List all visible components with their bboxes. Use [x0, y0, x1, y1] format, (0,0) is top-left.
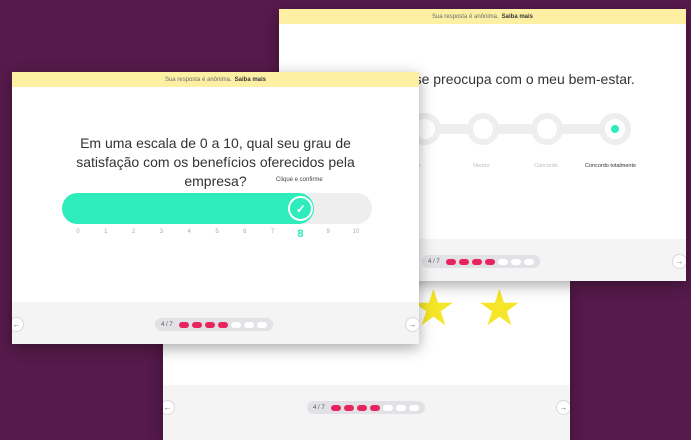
tick-labels: 0 1 2 3 4 5 6 7 8 9 10: [62, 228, 372, 245]
progress-dot: [408, 404, 419, 411]
progress-dot: [230, 321, 241, 328]
anonymity-text: Sua resposta é anônima.: [431, 13, 499, 20]
progress-dot: [395, 404, 406, 411]
tick-label[interactable]: 6: [235, 229, 255, 235]
page-counter: 4 / 7: [313, 404, 325, 411]
check-icon: ✓: [295, 201, 306, 216]
progress-dot-complete: [330, 404, 341, 411]
anonymity-banner: Sua resposta é anônima. Saiba mais: [279, 9, 686, 24]
progress-dot: [523, 258, 534, 265]
progress-pager: 4 / 7: [155, 318, 273, 331]
anonymity-banner: Sua resposta é anônima. Saiba mais: [12, 72, 419, 87]
learn-more-link[interactable]: Saiba mais: [235, 77, 266, 83]
progress-dot-complete: [356, 404, 367, 411]
progress-dot-complete: [484, 258, 495, 265]
tick-label[interactable]: 0: [68, 229, 88, 235]
scale-label-selected: Concordo totalmente: [585, 163, 637, 169]
tick-label[interactable]: 9: [318, 229, 338, 235]
question-text: Em uma escala de 0 a 10, qual seu grau d…: [76, 135, 355, 189]
scale-option[interactable]: [467, 113, 499, 145]
star-icon[interactable]: ★: [477, 283, 522, 333]
learn-more-link[interactable]: Saiba mais: [502, 14, 533, 20]
progress-dot: [243, 321, 254, 328]
scale-label: Concordo: [534, 163, 558, 169]
tick-label[interactable]: 10: [346, 229, 366, 235]
progress-dot-complete: [471, 258, 482, 265]
front-question-card: Sua resposta é anônima. Saiba mais Em um…: [12, 72, 419, 344]
progress-dot-complete: [178, 321, 189, 328]
tick-label-selected[interactable]: 8: [290, 228, 310, 240]
progress-pager: 4 / 7: [307, 401, 425, 414]
tick-label[interactable]: 7: [263, 229, 283, 235]
tick-label[interactable]: 4: [179, 229, 199, 235]
page-counter: 4 / 7: [161, 321, 173, 328]
progress-dot-complete: [445, 258, 456, 265]
anonymity-text: Sua resposta é anônima.: [164, 76, 232, 83]
page-counter: 4 / 7: [428, 258, 440, 265]
scale-option[interactable]: [531, 113, 563, 145]
progress-dot-complete: [204, 321, 215, 328]
progress-dot: [510, 258, 521, 265]
progress-dot-complete: [369, 404, 380, 411]
next-button[interactable]: →: [405, 317, 419, 332]
progress-pager: 4 / 7: [422, 255, 540, 268]
next-button[interactable]: →: [672, 254, 686, 269]
progress-dot: [497, 258, 508, 265]
progress-dot: [382, 404, 393, 411]
progress-dot-complete: [458, 258, 469, 265]
tick-label[interactable]: 5: [207, 229, 227, 235]
next-button[interactable]: →: [556, 400, 570, 415]
scale-label: Neutro: [473, 163, 490, 169]
confirm-hint: Clique e confirme: [276, 177, 323, 183]
tick-label[interactable]: 1: [96, 229, 116, 235]
progress-dot-complete: [217, 321, 228, 328]
progress-dot: [256, 321, 267, 328]
slider-fill: [62, 193, 315, 224]
tick-label[interactable]: 3: [151, 229, 171, 235]
rating-slider[interactable]: ✓: [62, 193, 372, 224]
progress-dot-complete: [191, 321, 202, 328]
tick-label[interactable]: 2: [124, 229, 144, 235]
scale-option-selected[interactable]: [599, 113, 631, 145]
question-text: to se preocupa com o meu bem-estar.: [399, 71, 635, 87]
progress-dot-complete: [343, 404, 354, 411]
